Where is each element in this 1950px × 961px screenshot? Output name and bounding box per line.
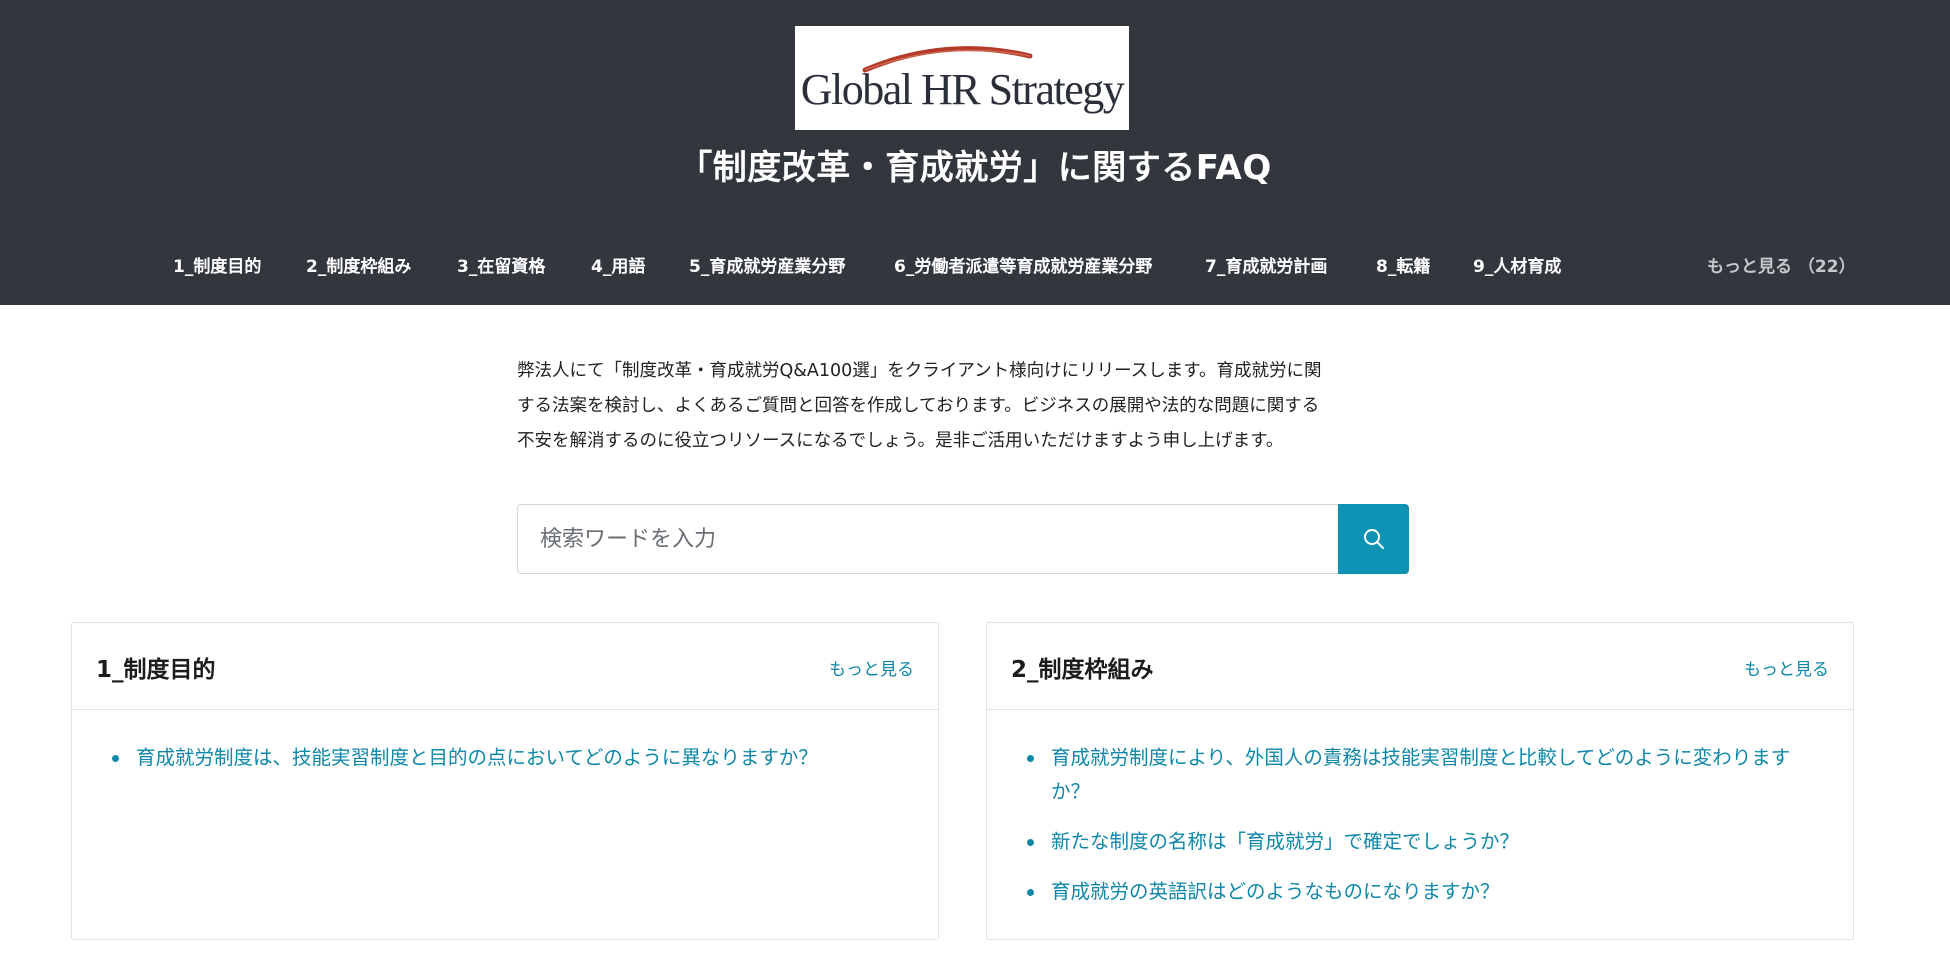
- faq-item-text: 新たな制度の名称は「育成就労」で確定でしょうか？: [1051, 830, 1520, 853]
- faq-item-text: 育成就労制度は、技能実習制度と目的の点においてどのように異なりますか？: [136, 746, 818, 769]
- bullet-icon: [1027, 839, 1034, 846]
- faq-item[interactable]: 新たな制度の名称は「育成就労」で確定でしょうか？: [1027, 825, 1827, 859]
- card-header: 2_制度枠組み もっと見る: [987, 623, 1853, 710]
- card-header: 1_制度目的 もっと見る: [72, 623, 938, 710]
- faq-item-text: 育成就労の英語訳はどのようなものになりますか？: [1051, 880, 1500, 903]
- card-title: 2_制度枠組み: [1011, 657, 1154, 683]
- nav-item-9[interactable]: 9_人材育成: [1473, 252, 1561, 277]
- faq-item[interactable]: 育成就労の英語訳はどのようなものになりますか？: [1027, 875, 1827, 909]
- intro-line: 不安を解消するのに役立つリソースになるでしょう。是非ご活用いただけますよう申し上…: [517, 431, 1284, 451]
- nav-item-1[interactable]: 1_制度目的: [173, 252, 261, 277]
- bullet-icon: [1027, 755, 1034, 762]
- bullet-icon: [1027, 889, 1034, 896]
- category-nav: 1_制度目的 2_制度枠組み 3_在留資格 4_用語 5_育成就労産業分野 6_…: [0, 252, 1950, 286]
- nav-more-button[interactable]: もっと見る （22）: [1707, 252, 1856, 277]
- nav-item-2[interactable]: 2_制度枠組み: [306, 252, 411, 277]
- logo-wordmark: Global HR Strategy: [801, 65, 1125, 114]
- card-more-link[interactable]: もっと見る: [1744, 655, 1829, 680]
- card-more-link[interactable]: もっと見る: [829, 655, 914, 680]
- search-icon: [1363, 529, 1384, 549]
- faq-item[interactable]: 育成就労制度は、技能実習制度と目的の点においてどのように異なりますか？: [112, 741, 912, 775]
- search-bar: [517, 504, 1409, 574]
- faq-card-2: 2_制度枠組み もっと見る 育成就労制度により、外国人の責務は技能実習制度と比較…: [986, 622, 1854, 940]
- intro-text: 弊法人にて「制度改革・育成就労Q&A100選」をクライアント様向けにリリースしま…: [517, 354, 1410, 459]
- search-button[interactable]: [1338, 504, 1409, 574]
- nav-item-4[interactable]: 4_用語: [591, 252, 645, 277]
- page-title: 「制度改革・育成就労」に関するFAQ: [678, 148, 1272, 188]
- nav-item-6[interactable]: 6_労働者派遣等育成就労産業分野: [894, 252, 1152, 277]
- logo[interactable]: Global HR Strategy: [795, 26, 1129, 130]
- intro-line: する法案を検討し、よくあるご質問と回答を作成しております。ビジネスの展開や法的な…: [517, 396, 1320, 416]
- faq-list: 育成就労制度により、外国人の責務は技能実習制度と比較してどのように変わりますか？…: [1027, 741, 1827, 925]
- intro-line: 弊法人にて「制度改革・育成就労Q&A100選」をクライアント様向けにリリースしま…: [517, 361, 1322, 381]
- nav-item-5[interactable]: 5_育成就労産業分野: [689, 252, 845, 277]
- faq-item-text: 育成就労制度により、外国人の責務は技能実習制度と比較してどのように変わりますか？: [1051, 746, 1791, 803]
- global-hr-strategy-logo: Global HR Strategy: [801, 46, 1126, 114]
- search-input[interactable]: [517, 504, 1341, 574]
- faq-card-1: 1_制度目的 もっと見る 育成就労制度は、技能実習制度と目的の点においてどのよう…: [71, 622, 939, 940]
- card-title: 1_制度目的: [96, 657, 216, 683]
- faq-item[interactable]: 育成就労制度により、外国人の責務は技能実習制度と比較してどのように変わりますか？: [1027, 741, 1827, 809]
- faq-list: 育成就労制度は、技能実習制度と目的の点においてどのように異なりますか？: [112, 741, 912, 791]
- site-header: Global HR Strategy 「制度改革・育成就労」に関するFAQ 1_…: [0, 0, 1950, 305]
- nav-item-3[interactable]: 3_在留資格: [457, 252, 545, 277]
- nav-item-8[interactable]: 8_転籍: [1376, 252, 1430, 277]
- nav-item-7[interactable]: 7_育成就労計画: [1205, 252, 1327, 277]
- bullet-icon: [112, 755, 119, 762]
